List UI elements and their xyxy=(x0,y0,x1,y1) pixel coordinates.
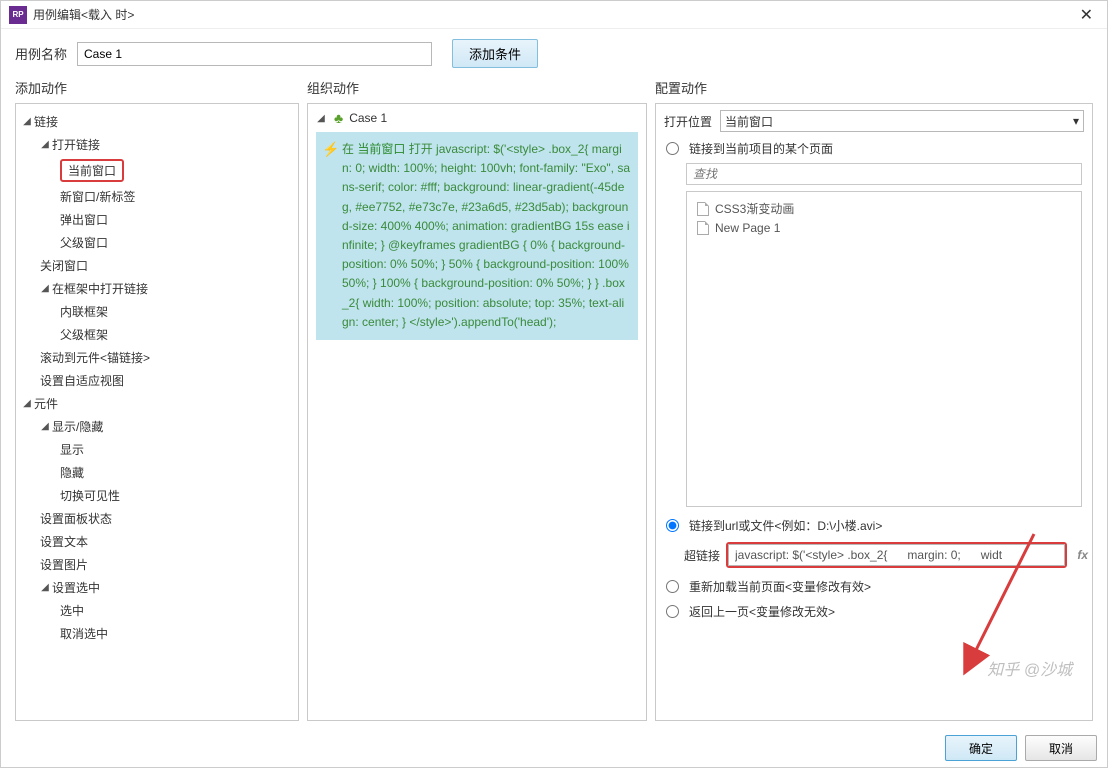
tree-scroll-anchor[interactable]: 滚动到元件<锚链接> xyxy=(20,346,294,369)
action-tree: ◢链接 ◢打开链接 当前窗口 新窗口/新标签 弹出窗口 父级窗口 关闭窗口 ◢在… xyxy=(16,104,298,651)
page-item[interactable]: CSS3渐变动画 xyxy=(693,198,1075,219)
tree-show-hide[interactable]: ◢显示/隐藏 xyxy=(20,415,294,438)
bolt-icon: ⚡ xyxy=(322,138,339,160)
pages-sub-panel: CSS3渐变动画 New Page 1 xyxy=(686,163,1082,507)
radio-link-to-url[interactable]: 链接到url或文件<例如：D:\小楼.avi> xyxy=(656,513,1092,538)
tree-parent-frame[interactable]: 父级框架 xyxy=(20,323,294,346)
tree-popup-window[interactable]: 弹出窗口 xyxy=(20,208,294,231)
tree-new-window[interactable]: 新窗口/新标签 xyxy=(20,185,294,208)
tree-set-text[interactable]: 设置文本 xyxy=(20,530,294,553)
tree-set-image[interactable]: 设置图片 xyxy=(20,553,294,576)
page-search-input[interactable] xyxy=(686,163,1082,185)
action-description: 在 当前窗口 打开 javascript: $('<style> .box_2{… xyxy=(342,142,630,329)
radio-back-page[interactable]: 返回上一页<变量修改无效> xyxy=(656,599,1092,624)
case-name-input[interactable] xyxy=(77,42,432,66)
highlight-box: 当前窗口 xyxy=(60,159,124,182)
url-input-highlight xyxy=(726,542,1067,568)
add-action-column: 添加动作 ◢链接 ◢打开链接 当前窗口 新窗口/新标签 弹出窗口 父级窗口 关闭… xyxy=(15,78,299,721)
case-name-text: Case 1 xyxy=(349,111,387,125)
config-action-column: 配置动作 打开位置 当前窗口 ▾ 链接到当前项目的某个页面 xyxy=(655,78,1093,721)
radio-link-to-page[interactable]: 链接到当前项目的某个页面 xyxy=(656,136,1092,161)
titlebar: RP 用例编辑<载入 时> ✕ xyxy=(1,1,1107,29)
pages-list: CSS3渐变动画 New Page 1 xyxy=(686,191,1082,507)
open-location-select[interactable]: 当前窗口 ▾ xyxy=(720,110,1084,132)
tree-widgets[interactable]: ◢元件 xyxy=(20,392,294,415)
tree-close-window[interactable]: 关闭窗口 xyxy=(20,254,294,277)
add-condition-button[interactable]: 添加条件 xyxy=(452,39,538,68)
radio-link-page-input[interactable] xyxy=(666,142,679,155)
page-item[interactable]: New Page 1 xyxy=(693,219,1075,237)
tree-set-selected[interactable]: ◢设置选中 xyxy=(20,576,294,599)
cancel-button[interactable]: 取消 xyxy=(1025,735,1097,761)
tree-panel-state[interactable]: 设置面板状态 xyxy=(20,507,294,530)
tree-open-link[interactable]: ◢打开链接 xyxy=(20,133,294,156)
case-icon: ♣ xyxy=(334,110,343,126)
tree-open-in-frame[interactable]: ◢在框架中打开链接 xyxy=(20,277,294,300)
dialog-window: RP 用例编辑<载入 时> ✕ 用例名称 添加条件 添加动作 ◢链接 ◢打开链接… xyxy=(0,0,1108,768)
case-name-row: 用例名称 添加条件 xyxy=(1,29,1107,78)
ok-button[interactable]: 确定 xyxy=(945,735,1017,761)
columns: 添加动作 ◢链接 ◢打开链接 当前窗口 新窗口/新标签 弹出窗口 父级窗口 关闭… xyxy=(1,78,1107,729)
fx-button[interactable]: fx xyxy=(1075,548,1090,562)
page-icon xyxy=(697,202,709,216)
organize-action-title: 组织动作 xyxy=(307,78,647,97)
tree-more[interactable]: 取消选中 xyxy=(20,622,294,645)
radio-back-input[interactable] xyxy=(666,605,679,618)
config-panel: 打开位置 当前窗口 ▾ 链接到当前项目的某个页面 CSS3渐变动画 xyxy=(655,103,1093,721)
tree-hide[interactable]: 隐藏 xyxy=(20,461,294,484)
tree-selected[interactable]: 选中 xyxy=(20,599,294,622)
tree-adaptive-view[interactable]: 设置自适应视图 xyxy=(20,369,294,392)
radio-reload-input[interactable] xyxy=(666,580,679,593)
window-title: 用例编辑<载入 时> xyxy=(33,6,134,23)
url-row: 超链接 fx xyxy=(684,542,1090,568)
add-action-title: 添加动作 xyxy=(15,78,299,97)
open-location-row: 打开位置 当前窗口 ▾ xyxy=(656,104,1092,136)
app-icon: RP xyxy=(9,6,27,24)
action-tree-panel: ◢链接 ◢打开链接 当前窗口 新窗口/新标签 弹出窗口 父级窗口 关闭窗口 ◢在… xyxy=(15,103,299,721)
tree-current-window[interactable]: 当前窗口 xyxy=(20,156,294,185)
organize-action-column: 组织动作 ◢ ♣ Case 1 ⚡ 在 当前窗口 打开 javascript: … xyxy=(307,78,647,721)
chevron-down-icon: ▾ xyxy=(1073,114,1079,128)
case-header[interactable]: ◢ ♣ Case 1 xyxy=(308,104,646,132)
organize-panel: ◢ ♣ Case 1 ⚡ 在 当前窗口 打开 javascript: $('<s… xyxy=(307,103,647,721)
case-name-label: 用例名称 xyxy=(15,44,67,63)
radio-link-url-input[interactable] xyxy=(666,519,679,532)
tree-parent-window[interactable]: 父级窗口 xyxy=(20,231,294,254)
page-icon xyxy=(697,221,709,235)
url-label: 超链接 xyxy=(684,547,720,564)
action-item[interactable]: ⚡ 在 当前窗口 打开 javascript: $('<style> .box_… xyxy=(316,132,638,340)
tree-links[interactable]: ◢链接 xyxy=(20,110,294,133)
open-location-label: 打开位置 xyxy=(664,113,712,130)
dialog-footer: 确定 取消 xyxy=(1,729,1107,767)
close-icon[interactable]: ✕ xyxy=(1074,5,1099,25)
tree-show[interactable]: 显示 xyxy=(20,438,294,461)
tree-inline-frame[interactable]: 内联框架 xyxy=(20,300,294,323)
config-action-title: 配置动作 xyxy=(655,78,1093,97)
radio-reload-page[interactable]: 重新加载当前页面<变量修改有效> xyxy=(656,574,1092,599)
hyperlink-input[interactable] xyxy=(728,544,1065,566)
tree-toggle-vis[interactable]: 切换可见性 xyxy=(20,484,294,507)
